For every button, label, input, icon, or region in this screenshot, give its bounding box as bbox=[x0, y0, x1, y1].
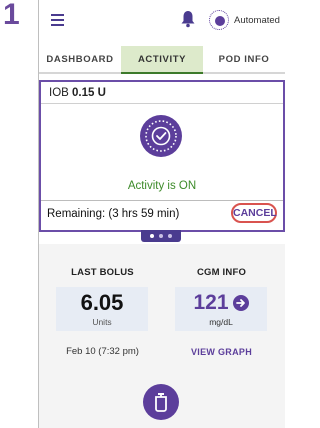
divider bbox=[41, 103, 283, 104]
page-dot bbox=[168, 234, 172, 238]
page-indicator[interactable] bbox=[141, 230, 181, 242]
step-number: 1 bbox=[3, 0, 20, 31]
cgm-unit: mg/dL bbox=[209, 317, 233, 327]
page-dot bbox=[150, 234, 154, 238]
phone-screen: Automated DASHBOARD ACTIVITY POD INFO IO… bbox=[38, 0, 285, 428]
top-bar: Automated bbox=[39, 0, 285, 46]
last-bolus-value: 6.05 bbox=[80, 290, 124, 315]
tab-pod-info[interactable]: POD INFO bbox=[203, 46, 285, 74]
cgm-info-title: CGM INFO bbox=[196, 267, 247, 278]
last-bolus-title: LAST BOLUS bbox=[71, 267, 134, 278]
iob-label: IOB bbox=[49, 87, 69, 99]
view-graph-link[interactable]: VIEW GRAPH bbox=[164, 347, 279, 357]
last-bolus-time: Feb 10 (7:32 pm) bbox=[66, 346, 139, 357]
cgm-value: 121 bbox=[193, 291, 229, 314]
remaining-time: Remaining: (3 hrs 59 min) bbox=[47, 208, 180, 220]
bolus-button[interactable] bbox=[143, 384, 179, 420]
iob-value: 0.15 U bbox=[72, 87, 106, 99]
pager-band bbox=[39, 230, 285, 244]
activity-status: Activity is ON bbox=[127, 180, 197, 192]
divider bbox=[41, 200, 283, 201]
bell-icon[interactable] bbox=[180, 10, 196, 28]
tab-bar: DASHBOARD ACTIVITY POD INFO bbox=[39, 46, 285, 74]
iob-line: IOB 0.15 U bbox=[49, 87, 106, 99]
activity-card: IOB 0.15 U Activity is ON Remaining: (3 … bbox=[39, 80, 285, 232]
trend-arrow-icon bbox=[232, 295, 249, 311]
mode-label: Automated bbox=[234, 15, 280, 26]
last-bolus-box: 6.05 Units bbox=[56, 287, 148, 331]
automated-mode-icon bbox=[209, 10, 229, 30]
cancel-button[interactable]: CANCEL bbox=[231, 203, 277, 223]
activity-check-icon bbox=[140, 115, 182, 157]
cgm-row: 121 bbox=[175, 291, 267, 315]
tab-activity[interactable]: ACTIVITY bbox=[121, 46, 203, 74]
page-dot bbox=[159, 234, 163, 238]
bolus-icon bbox=[155, 393, 167, 412]
menu-icon[interactable] bbox=[51, 14, 64, 26]
cgm-box[interactable]: 121 mg/dL bbox=[175, 287, 267, 331]
tab-dashboard[interactable]: DASHBOARD bbox=[39, 46, 121, 74]
last-bolus-unit: Units bbox=[92, 317, 112, 327]
